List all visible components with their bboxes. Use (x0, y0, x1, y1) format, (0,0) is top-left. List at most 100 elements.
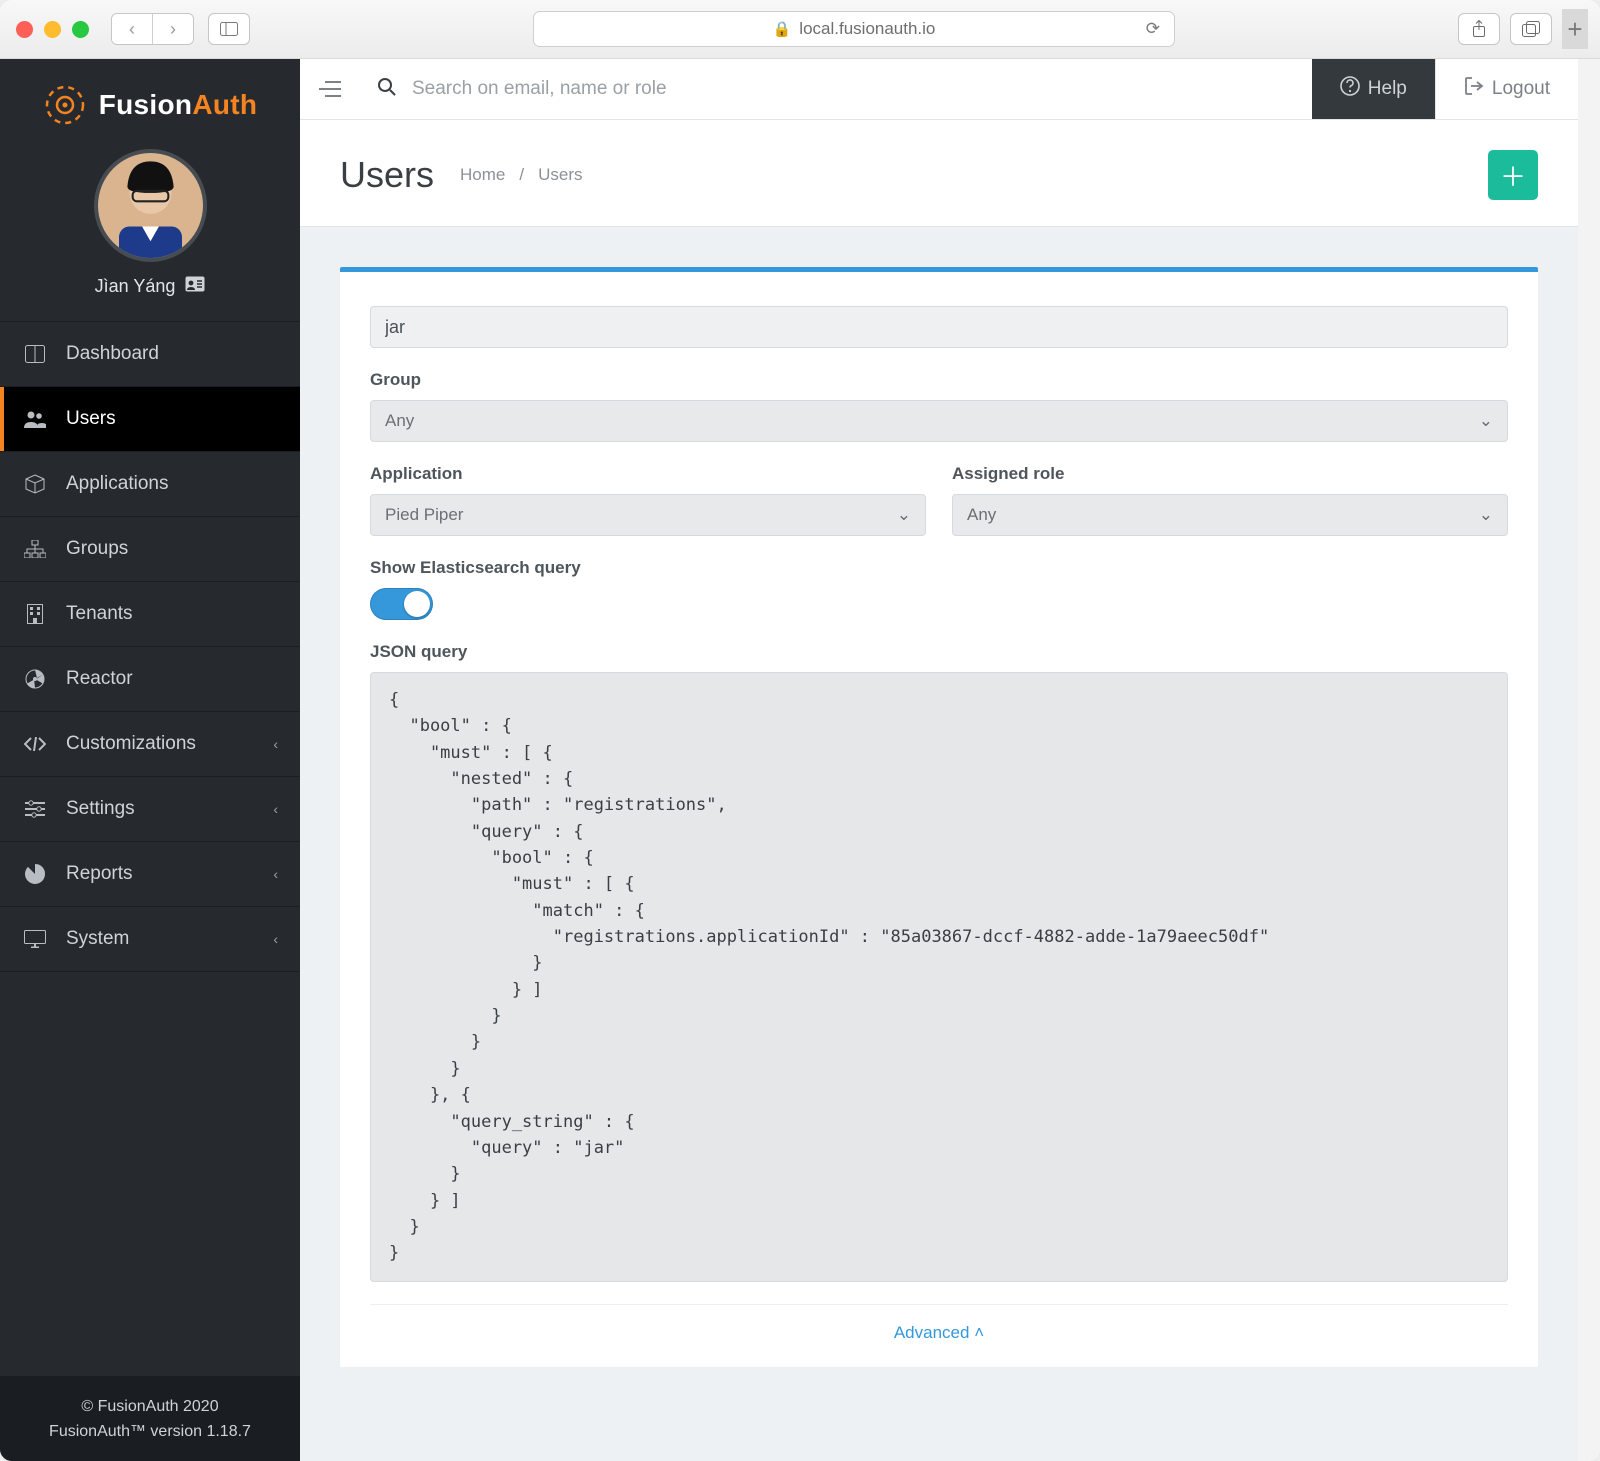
minimize-window-icon[interactable] (44, 21, 61, 38)
sidebar: FusionAuth Jìan Yáng Dashboard Users App… (0, 59, 300, 1461)
page-title: Users (340, 154, 434, 196)
sidebar-item-label: Groups (66, 538, 128, 560)
nav-back-forward: ‹ › (111, 13, 194, 45)
sidebar-item-label: Reactor (66, 668, 133, 690)
vertical-scrollbar[interactable] (1578, 59, 1600, 1461)
sidebar-item-label: Dashboard (66, 343, 159, 365)
back-button[interactable]: ‹ (112, 14, 152, 44)
sitemap-icon (22, 540, 48, 558)
sidebar-item-label: Applications (66, 473, 168, 495)
forward-button[interactable]: › (152, 14, 193, 44)
cube-icon (22, 474, 48, 494)
sidebar-item-system[interactable]: System ‹ (0, 907, 300, 972)
logo-text: FusionAuth (99, 89, 258, 121)
browser-chrome: ‹ › 🔒 local.fusionauth.io ⟳ + (0, 0, 1600, 59)
traffic-lights (16, 21, 89, 38)
user-search-input[interactable] (370, 306, 1508, 348)
share-button[interactable] (1458, 13, 1500, 45)
main: Help Logout Users Home / Users ＋ (300, 59, 1578, 1461)
logout-button[interactable]: Logout (1435, 59, 1578, 119)
sidebar-item-label: Reports (66, 863, 133, 885)
lock-icon: 🔒 (773, 20, 792, 38)
sidebar-item-applications[interactable]: Applications (0, 452, 300, 517)
sidebar-item-label: Tenants (66, 603, 133, 625)
sidebar-item-reports[interactable]: Reports ‹ (0, 842, 300, 907)
code-icon (22, 737, 48, 751)
add-user-button[interactable]: ＋ (1488, 150, 1538, 200)
sidebar-item-label: Customizations (66, 733, 196, 755)
maximize-window-icon[interactable] (72, 21, 89, 38)
sidebar-toggle-button[interactable] (208, 13, 250, 45)
columns-icon (22, 345, 48, 363)
assigned-role-select[interactable]: Any ⌄ (952, 494, 1508, 536)
json-query-output[interactable]: { "bool" : { "must" : [ { "nested" : { "… (370, 672, 1508, 1282)
show-es-toggle[interactable] (370, 588, 433, 620)
browser-window: ‹ › 🔒 local.fusionauth.io ⟳ + (0, 0, 1600, 1461)
collapse-sidebar-button[interactable] (300, 59, 360, 119)
logout-label: Logout (1492, 78, 1550, 100)
plus-icon: ＋ (1500, 157, 1526, 194)
chevron-left-icon: ‹ (273, 931, 278, 947)
sidebar-item-reactor[interactable]: Reactor (0, 647, 300, 712)
tabs-button[interactable] (1510, 13, 1552, 45)
help-button[interactable]: Help (1312, 59, 1435, 119)
chevron-left-icon: ‹ (273, 736, 278, 752)
chevron-left-icon: ‹ (273, 801, 278, 817)
advanced-label: Advanced (894, 1323, 970, 1342)
address-text: local.fusionauth.io (799, 19, 935, 39)
logo[interactable]: FusionAuth (0, 59, 300, 137)
breadcrumb-home[interactable]: Home (460, 165, 505, 185)
sidebar-item-users[interactable]: Users (0, 387, 300, 452)
reload-icon[interactable]: ⟳ (1146, 19, 1160, 39)
desktop-icon (22, 930, 48, 948)
fusionauth-logo-icon (43, 83, 87, 127)
question-circle-icon (1340, 76, 1360, 102)
help-label: Help (1368, 78, 1407, 100)
global-search (360, 59, 1312, 119)
global-search-input[interactable] (410, 77, 1294, 101)
sidebar-item-settings[interactable]: Settings ‹ (0, 777, 300, 842)
building-icon (22, 604, 48, 624)
avatar (94, 149, 207, 262)
sidebar-item-label: Users (66, 408, 116, 430)
address-bar[interactable]: 🔒 local.fusionauth.io ⟳ (533, 11, 1175, 47)
page-header: Users Home / Users ＋ (300, 120, 1578, 227)
search-icon (378, 78, 396, 101)
json-query-label: JSON query (370, 642, 1508, 662)
topbar: Help Logout (300, 59, 1578, 120)
radiation-icon (22, 669, 48, 689)
pie-chart-icon (22, 864, 48, 884)
assigned-role-value: Any (967, 505, 996, 525)
sidebar-footer: © FusionAuth 2020 FusionAuth™ version 1.… (0, 1376, 300, 1461)
show-es-label: Show Elasticsearch query (370, 558, 1508, 578)
group-label: Group (370, 370, 1508, 390)
sidebar-item-label: Settings (66, 798, 135, 820)
application-value: Pied Piper (385, 505, 463, 525)
sidebar-item-dashboard[interactable]: Dashboard (0, 322, 300, 387)
sidebar-item-customizations[interactable]: Customizations ‹ (0, 712, 300, 777)
sidebar-item-label: System (66, 928, 129, 950)
advanced-toggle[interactable]: Advanced ˄ (370, 1304, 1508, 1347)
new-tab-button[interactable]: + (1562, 9, 1588, 49)
close-window-icon[interactable] (16, 21, 33, 38)
chevron-down-icon: ⌄ (1479, 505, 1493, 525)
application-select[interactable]: Pied Piper ⌄ (370, 494, 926, 536)
group-value: Any (385, 411, 414, 431)
chevron-down-icon: ⌄ (897, 505, 911, 525)
chevron-down-icon: ⌄ (1479, 411, 1493, 431)
group-select[interactable]: Any ⌄ (370, 400, 1508, 442)
sign-out-icon (1464, 76, 1484, 102)
breadcrumb-sep: / (519, 165, 524, 185)
id-card-icon (185, 276, 205, 297)
sidebar-item-groups[interactable]: Groups (0, 517, 300, 582)
search-panel: Group Any ⌄ Application Pied Piper ⌄ (340, 267, 1538, 1367)
sidebar-item-tenants[interactable]: Tenants (0, 582, 300, 647)
breadcrumb: Home / Users (460, 165, 583, 185)
current-user[interactable]: Jìan Yáng (0, 137, 300, 321)
user-name: Jìan Yáng (95, 276, 176, 297)
sidebar-nav: Dashboard Users Applications Groups Tena… (0, 321, 300, 972)
chrome-right: + (1458, 9, 1588, 49)
app: FusionAuth Jìan Yáng Dashboard Users App… (0, 59, 1578, 1461)
chevron-left-icon: ‹ (273, 866, 278, 882)
copyright: © FusionAuth 2020 (12, 1394, 288, 1420)
